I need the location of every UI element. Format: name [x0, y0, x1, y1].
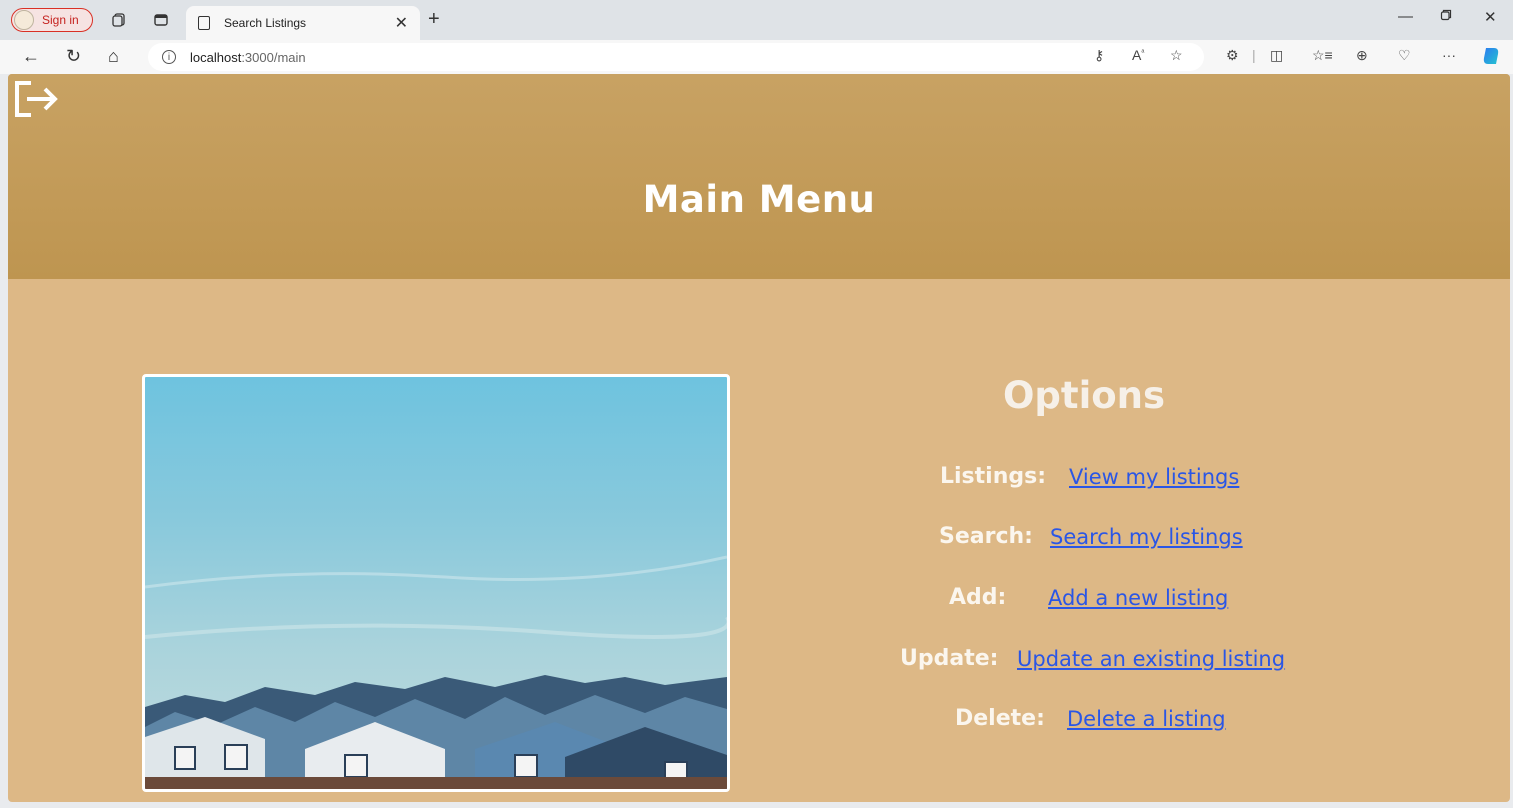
web-page: Main Menu Options Listings: View my list… — [8, 74, 1510, 802]
new-tab-icon[interactable]: + — [428, 8, 440, 31]
url-text[interactable]: localhost:3000/main — [190, 50, 306, 65]
sign-in-button[interactable]: Sign in — [11, 8, 93, 32]
page-header: Main Menu — [8, 74, 1510, 279]
search-label: Search: — [939, 524, 1033, 549]
refresh-icon[interactable]: ↻ — [66, 46, 81, 67]
minimize-icon[interactable]: — — [1398, 8, 1413, 25]
url-path: :3000/main — [241, 49, 306, 65]
split-screen-icon[interactable]: ◫ — [1270, 47, 1283, 64]
close-tab-icon[interactable]: ✕ — [395, 13, 408, 33]
back-icon[interactable]: ← — [22, 46, 40, 67]
password-key-icon[interactable]: ⚷ — [1094, 47, 1104, 64]
toolbar-divider: | — [1252, 47, 1256, 63]
view-listings-link[interactable]: View my listings — [1069, 465, 1239, 489]
extensions-icon[interactable]: ⚙ — [1226, 47, 1239, 64]
tab-actions-icon[interactable] — [150, 9, 172, 31]
url-host: localhost — [190, 49, 242, 65]
address-bar-row: ← ↻ ⌂ i localhost:3000/main ⚷ Aᵃ ☆ ⚙ | ◫… — [0, 40, 1513, 74]
sign-in-label: Sign in — [42, 13, 79, 27]
listings-label: Listings: — [940, 464, 1047, 489]
profile-avatar — [14, 10, 34, 30]
copilot-icon[interactable] — [1480, 45, 1502, 70]
search-listings-link[interactable]: Search my listings — [1050, 525, 1243, 549]
page-icon — [198, 16, 210, 30]
favorites-list-icon[interactable]: ☆≡ — [1312, 47, 1333, 64]
favorites-star-icon[interactable]: ☆ — [1170, 47, 1183, 64]
tab-title: Search Listings — [224, 16, 307, 30]
browser-essentials-icon[interactable]: ♡ — [1398, 47, 1411, 64]
more-icon[interactable]: ··· — [1442, 47, 1456, 63]
add-label: Add: — [949, 585, 1007, 610]
delete-listing-link[interactable]: Delete a listing — [1067, 707, 1226, 731]
browser-tab-strip: Sign in Search Listings ✕ + — ✕ — [0, 0, 1513, 40]
home-icon[interactable]: ⌂ — [108, 46, 119, 67]
collections-icon[interactable]: ⊕ — [1356, 47, 1368, 64]
options-heading: Options — [1002, 374, 1166, 417]
read-aloud-icon[interactable]: Aᵃ — [1132, 47, 1144, 63]
address-bar[interactable]: i localhost:3000/main — [148, 43, 1204, 71]
logout-icon[interactable] — [13, 80, 59, 118]
close-window-icon[interactable]: ✕ — [1484, 8, 1497, 26]
update-label: Update: — [900, 646, 999, 671]
update-listing-link[interactable]: Update an existing listing — [1017, 647, 1285, 671]
workspaces-icon[interactable] — [108, 9, 130, 31]
site-info-icon[interactable]: i — [162, 50, 176, 64]
houses-photo — [142, 374, 730, 792]
page-title: Main Menu — [642, 178, 876, 221]
add-listing-link[interactable]: Add a new listing — [1048, 586, 1228, 610]
tab-search-listings[interactable]: Search Listings ✕ — [186, 6, 420, 40]
delete-label: Delete: — [955, 706, 1045, 731]
restore-icon[interactable] — [1440, 8, 1452, 25]
